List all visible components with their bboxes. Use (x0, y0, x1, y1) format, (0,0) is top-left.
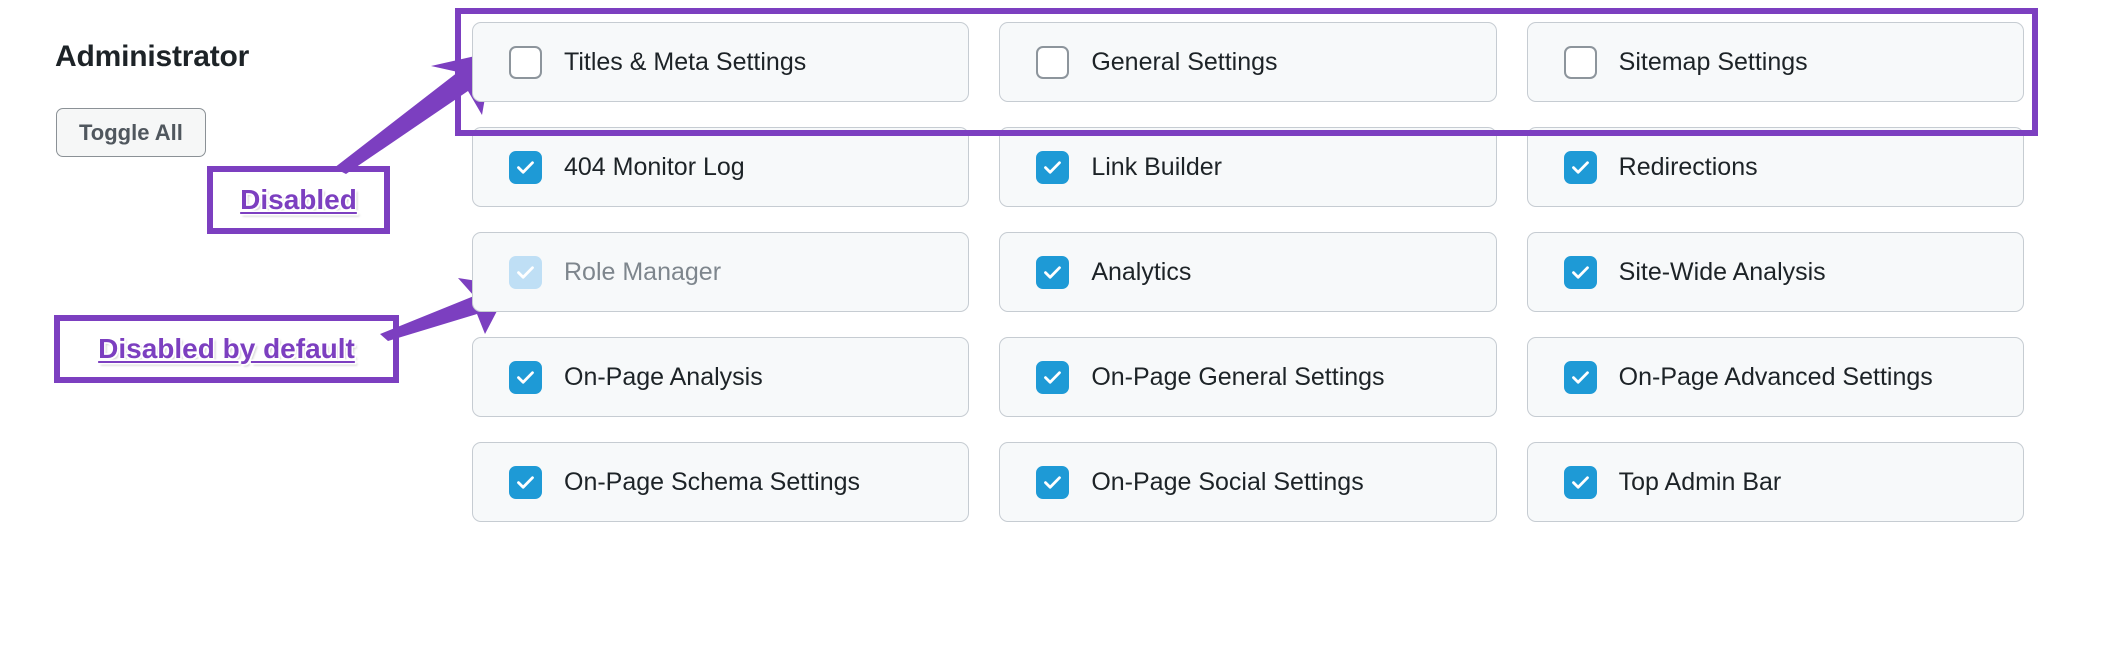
capability-label: Redirections (1618, 152, 1758, 181)
checkbox-unchecked-icon[interactable] (1036, 45, 1070, 79)
annotation-disabled-by-default-label: Disabled by default (98, 333, 355, 364)
capability-label: 404 Monitor Log (564, 152, 745, 181)
capability-card[interactable]: Analytics (999, 232, 1497, 312)
checkbox-checked-icon[interactable] (1563, 465, 1597, 499)
page-title: Administrator (55, 40, 250, 73)
checkbox-unchecked-icon[interactable] (509, 45, 542, 79)
capability-label: On-Page Advanced Settings (1618, 362, 1933, 391)
capability-card[interactable]: On-Page Analysis (472, 337, 970, 417)
annotation-disabled-by-default-callout: Disabled by default (54, 315, 399, 383)
checkbox-checked-disabled-icon (509, 255, 542, 289)
capability-label: Top Admin Bar (1618, 467, 1782, 496)
checkbox-checked-icon[interactable] (509, 465, 542, 499)
checkbox-checked-icon[interactable] (1036, 255, 1070, 289)
capabilities-grid: Titles & Meta Settings General Settings Si… (472, 22, 2024, 522)
capability-card[interactable]: Top Admin Bar (1526, 442, 2024, 522)
capability-card: Role Manager (472, 232, 970, 312)
capability-card[interactable]: On-Page Social Settings (999, 442, 1497, 522)
capability-card[interactable]: Site-Wide Analysis (1526, 232, 2024, 312)
capability-card[interactable]: On-Page Advanced Settings (1526, 337, 2024, 417)
checkbox-unchecked-icon[interactable] (1563, 45, 1597, 79)
capability-label: Analytics (1091, 257, 1192, 286)
checkbox-checked-icon[interactable] (1036, 150, 1070, 184)
capability-card[interactable]: Redirections (1526, 127, 2024, 207)
capability-label: Titles & Meta Settings (564, 47, 807, 76)
capability-label: General Settings (1091, 47, 1278, 76)
checkbox-checked-icon[interactable] (509, 150, 542, 184)
capability-label: Site-Wide Analysis (1618, 257, 1826, 286)
checkbox-checked-icon[interactable] (1036, 465, 1070, 499)
capability-label: On-Page Schema Settings (564, 467, 860, 496)
capability-label: Link Builder (1091, 152, 1222, 181)
capability-card[interactable]: 404 Monitor Log (472, 127, 970, 207)
annotation-disabled-callout: Disabled (207, 166, 390, 234)
capability-card[interactable]: Titles & Meta Settings (472, 22, 970, 102)
capability-label: On-Page General Settings (1091, 362, 1385, 391)
capability-card[interactable]: Link Builder (999, 127, 1497, 207)
annotation-disabled-label: Disabled (240, 184, 357, 215)
checkbox-checked-icon[interactable] (1036, 360, 1070, 394)
checkbox-checked-icon[interactable] (1563, 255, 1597, 289)
capability-card[interactable]: On-Page General Settings (999, 337, 1497, 417)
capability-label: On-Page Social Settings (1091, 467, 1364, 496)
capability-label: Sitemap Settings (1618, 47, 1808, 76)
capability-card[interactable]: General Settings (999, 22, 1497, 102)
checkbox-checked-icon[interactable] (1563, 360, 1597, 394)
checkbox-checked-icon[interactable] (1563, 150, 1597, 184)
capability-card[interactable]: On-Page Schema Settings (472, 442, 970, 522)
capability-label: Role Manager (564, 257, 722, 286)
capability-card[interactable]: Sitemap Settings (1526, 22, 2024, 102)
toggle-all-button[interactable]: Toggle All (56, 108, 206, 157)
checkbox-checked-icon[interactable] (509, 360, 542, 394)
capability-label: On-Page Analysis (564, 362, 763, 391)
